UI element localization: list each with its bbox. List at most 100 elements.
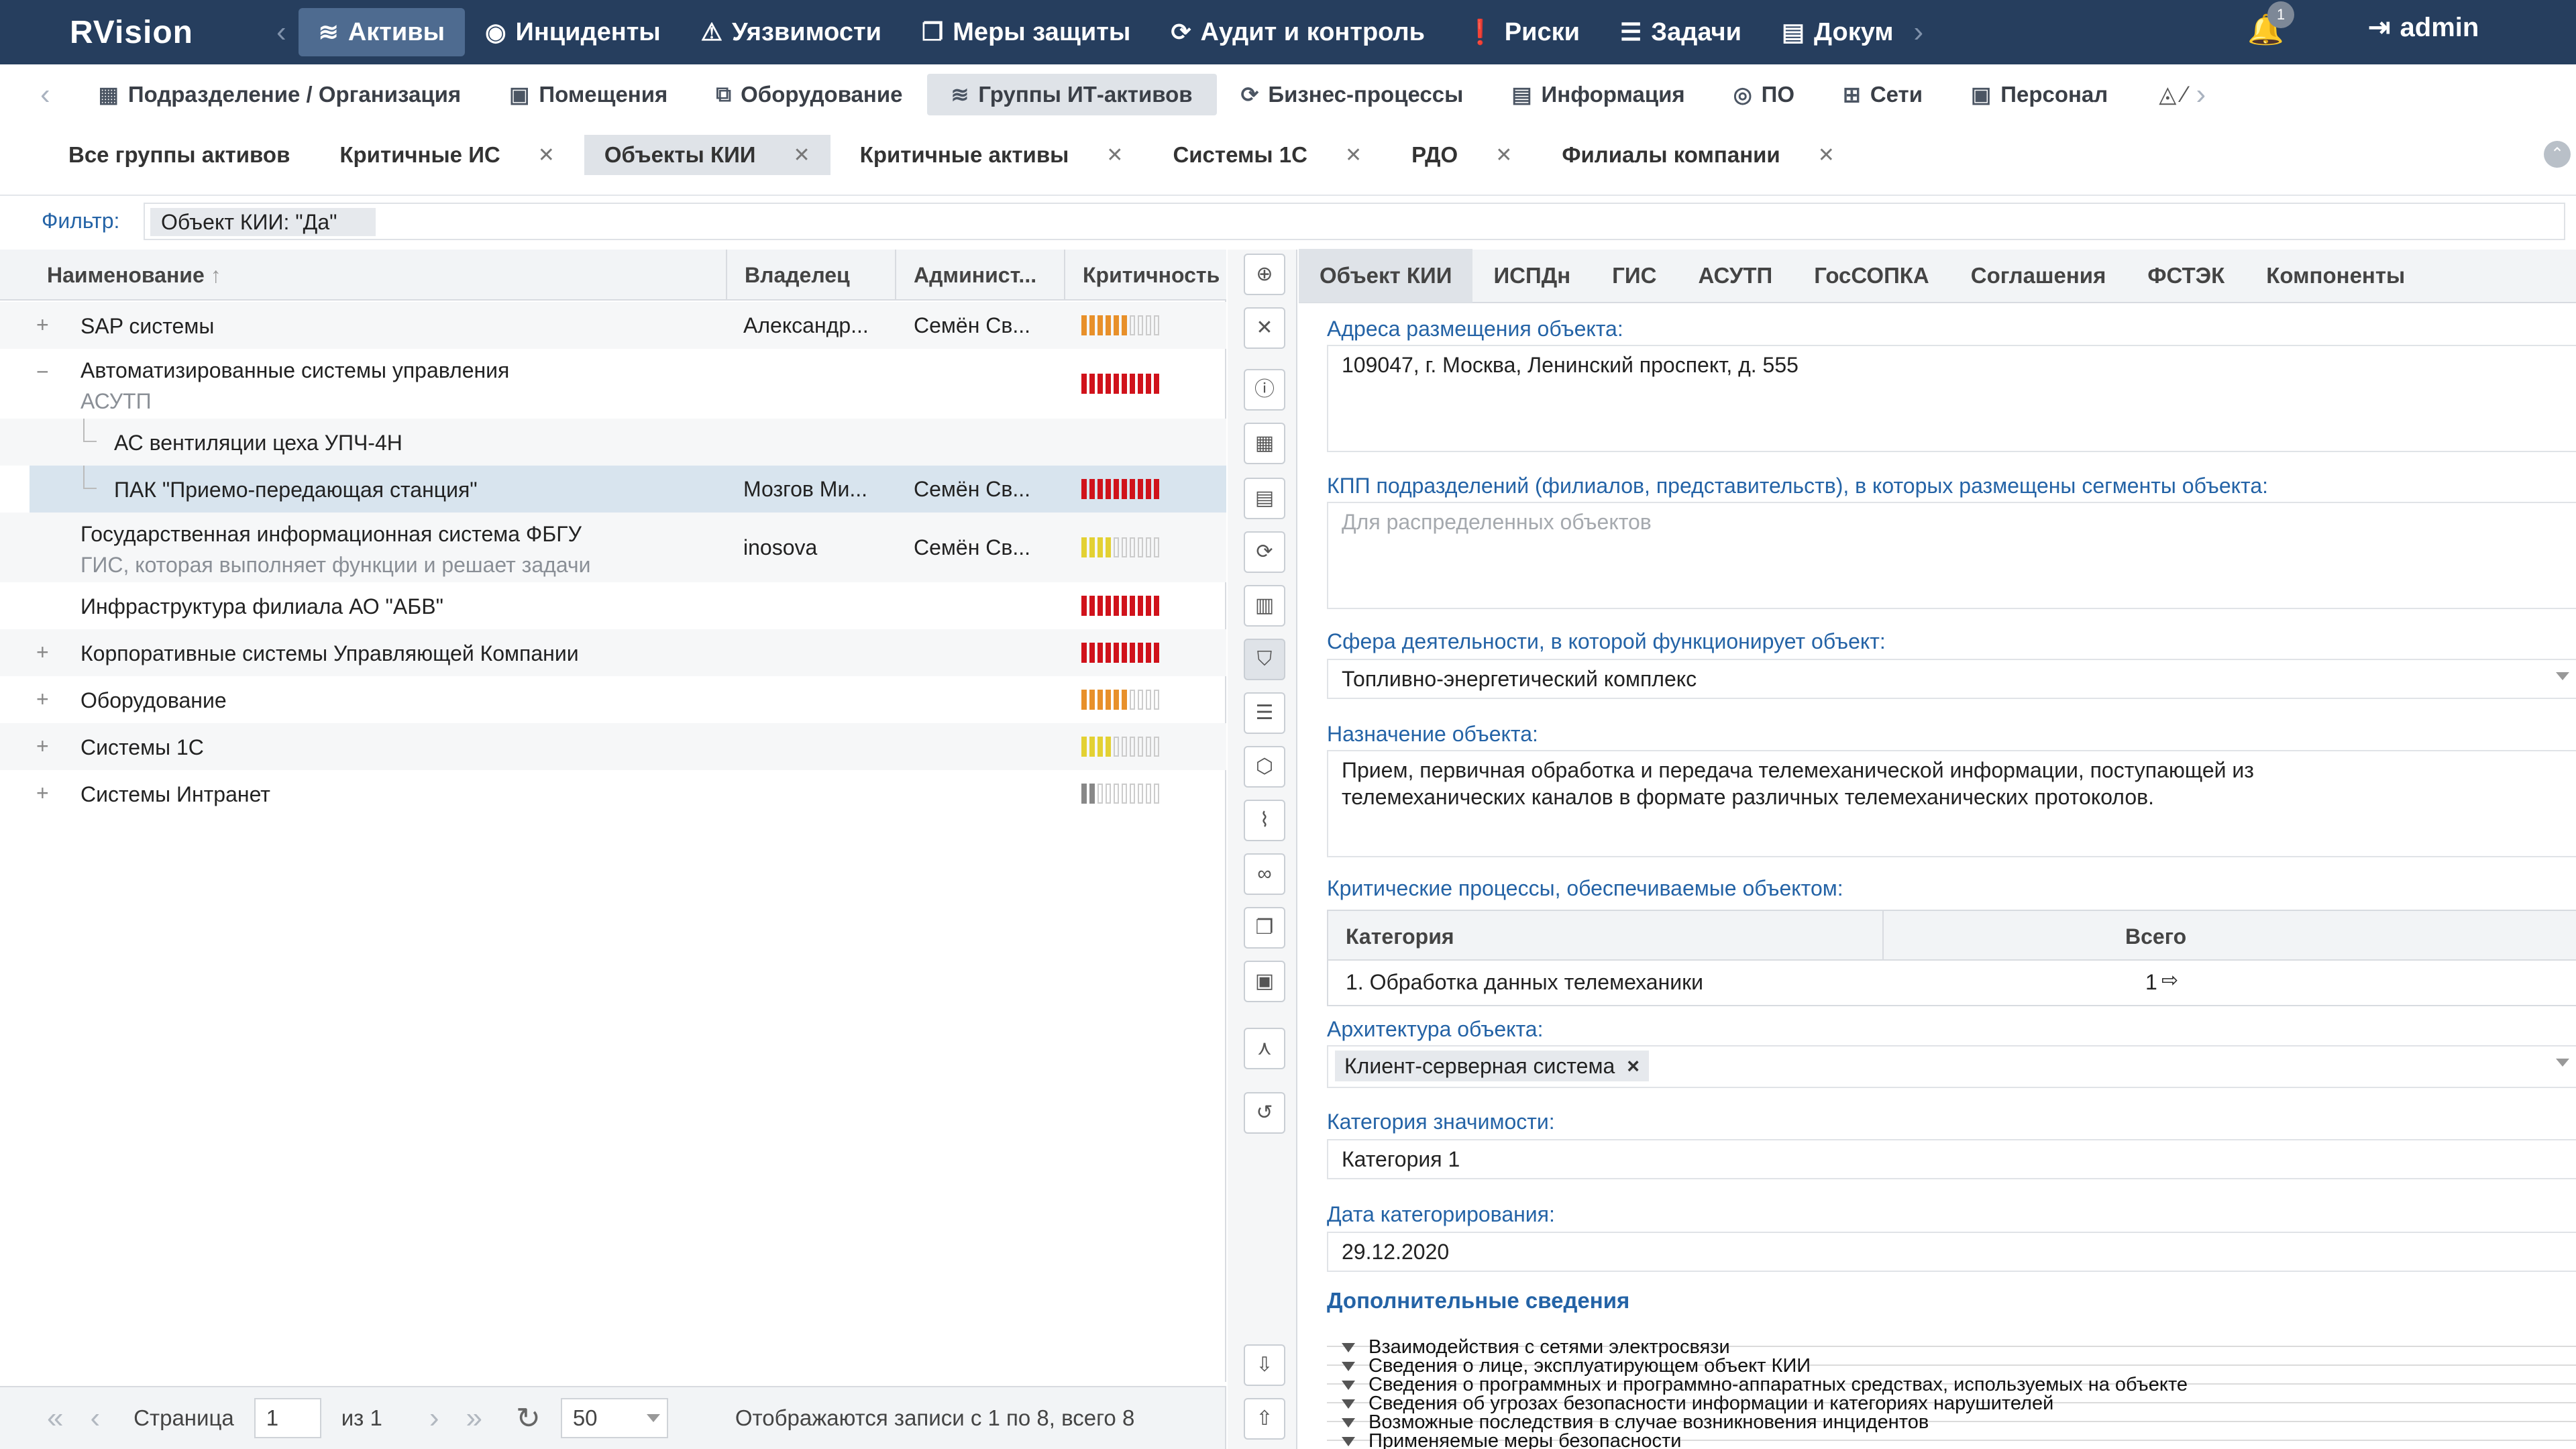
accordion-item[interactable]: Применяемые меры безопасности [1342,1430,1681,1449]
column-name[interactable]: Наименование ↑ [30,250,727,301]
user-menu[interactable]: ⇥ admin [2368,12,2479,43]
group-tab-3[interactable]: Критичные активы ✕ [840,135,1144,175]
subnav-item-6[interactable]: ◎ ПО [1709,74,1819,115]
remove-chip-icon[interactable]: × [1627,1054,1640,1078]
subnav-item-0[interactable]: ▦ Подразделение / Организация [74,74,486,115]
group-tab-1[interactable]: Критичные ИС ✕ [319,135,575,175]
document-icon[interactable]: ▤ [1244,478,1285,519]
close-icon[interactable]: ✕ [538,144,555,167]
nav-item-3[interactable]: ❐ Меры защиты [902,8,1150,56]
group-tab-4[interactable]: Системы 1С ✕ [1152,135,1382,175]
group-tab-0[interactable]: Все группы активов [48,135,310,175]
subnav-item-8[interactable]: ▣ Персонал [1947,74,2132,115]
subnav-item-1[interactable]: ▣ Помещения [485,74,692,115]
more-icon[interactable]: ◬ ⁄ [2159,81,2186,108]
close-icon[interactable]: ✕ [1106,144,1123,167]
expand-icon[interactable]: + [36,782,55,804]
subnav-item-4[interactable]: ⟳ Бизнес-процессы [1217,74,1488,115]
cube-icon[interactable]: ⬡ [1244,746,1285,788]
close-icon[interactable]: ✕ [1345,144,1362,167]
last-page-icon[interactable]: » [466,1401,482,1435]
details-tab-5[interactable]: Соглашения [1950,249,2127,303]
calculator-icon[interactable]: ▦ [1244,423,1285,464]
next-page-icon[interactable]: › [429,1401,439,1435]
table-row[interactable]: АС вентиляции цеха УПЧ-4Н [0,419,1226,466]
filter-chip[interactable]: Объект КИИ: "Да" [150,208,376,236]
group-tab-6[interactable]: Филиалы компании ✕ [1542,135,1855,175]
table-row[interactable]: Инфраструктура филиала АО "АБВ" [0,582,1226,629]
address-field[interactable]: 109047, г. Москва, Ленинский проспект, д… [1327,345,2576,452]
table-row[interactable]: ПАК "Приемо-передающая станция" Мозгов Ми… [30,466,1226,513]
table-row[interactable]: + Оборудование [0,676,1226,723]
list-icon[interactable]: ☰ [1244,692,1285,734]
nav-scroll-right-icon[interactable]: › [1913,15,1923,49]
add-icon[interactable]: ⊕ [1244,254,1285,295]
architecture-select[interactable]: Клиент-серверная система × [1327,1045,2576,1088]
collapse-icon[interactable]: − [36,361,55,382]
details-tab-4[interactable]: ГосСОПКА [1793,249,1950,303]
nav-item-4[interactable]: ⟳ Аудит и контроль [1150,8,1445,56]
info-icon[interactable]: ⓘ [1244,369,1285,411]
close-icon[interactable]: ✕ [1495,144,1512,167]
prev-page-icon[interactable]: ‹ [90,1401,100,1435]
table-row[interactable]: + SAP системы Александр... Семён Св... [0,302,1226,349]
expand-icon[interactable]: + [36,688,55,710]
details-tab-1[interactable]: ИСПДн [1472,249,1591,303]
tree-icon[interactable]: ⋏ [1244,1028,1285,1069]
first-page-icon[interactable]: « [47,1401,63,1435]
kpp-field[interactable]: Для распределенных объектов [1327,502,2576,609]
details-tab-6[interactable]: ФСТЭК [2127,249,2245,303]
column-criticality[interactable]: Критичность [1065,250,1226,301]
filter-input[interactable]: Объект КИИ: "Да" [144,203,2565,240]
nav-item-0[interactable]: ≋ Активы [298,8,466,56]
nav-item-5[interactable]: ❗ Риски [1445,8,1600,56]
close-icon[interactable]: ✕ [794,144,810,167]
subnav-scroll-right-icon[interactable]: › [2196,78,2206,111]
date-field[interactable]: 29.12.2020 [1327,1232,2576,1272]
subnav-item-2[interactable]: ⧉ Оборудование [692,74,926,115]
table-row[interactable]: 1. Обработка данных телемеханики 1 ⇨ [1328,961,2576,1006]
details-tab-7[interactable]: Компоненты [2245,249,2426,303]
subnav-item-7[interactable]: ⊞ Сети [1819,74,1947,115]
shield-icon[interactable]: ⛉ [1244,639,1285,680]
collapse-up-icon[interactable]: ⌃ [2544,141,2571,168]
clipboard-icon[interactable]: ▣ [1244,961,1285,1002]
expand-icon[interactable]: + [36,735,55,757]
import-icon[interactable]: ⇩ [1244,1344,1285,1386]
table-row[interactable]: + Корпоративные системы Управляющей Компа… [0,629,1226,676]
delete-icon[interactable]: ✕ [1244,307,1285,349]
group-tab-2[interactable]: Объекты КИИ ✕ [584,135,830,175]
group-tab-5[interactable]: РДО ✕ [1391,135,1532,175]
column-admin[interactable]: Админист... [896,250,1065,301]
nav-item-6[interactable]: ☰ Задачи [1600,8,1762,56]
history-icon[interactable]: ↺ [1244,1092,1285,1134]
refresh-icon[interactable]: ↻ [516,1401,541,1436]
open-arrow-icon[interactable]: ⇨ [2161,969,2178,992]
nav-scroll-left-icon[interactable]: ‹ [276,15,286,49]
expand-icon[interactable]: + [36,641,55,663]
details-tab-0[interactable]: Объект КИИ [1299,249,1473,303]
nav-item-1[interactable]: ◉ Инциденты [465,8,681,56]
category-field[interactable]: Категория 1 [1327,1139,2576,1179]
purpose-field[interactable]: Прием, первичная обработка и передача те… [1327,750,2576,857]
column-owner[interactable]: Владелец [727,250,896,301]
page-size-select[interactable]: 50 [560,1398,668,1438]
link-icon[interactable]: ∞ [1244,853,1285,895]
export-icon[interactable]: ⇧ [1244,1398,1285,1440]
nav-item-7[interactable]: ▤ Докум [1762,8,1914,56]
expand-icon[interactable]: + [36,314,55,335]
subnav-item-3[interactable]: ≋ Группы ИТ-активов [926,74,1217,115]
details-tab-2[interactable]: ГИС [1591,249,1677,303]
attachment-icon[interactable]: ⌇ [1244,800,1285,841]
table-row[interactable]: + Системы Интранет [0,770,1226,817]
subnav-scroll-left-icon[interactable]: ‹ [40,78,50,111]
copy-icon[interactable]: ❐ [1244,907,1285,949]
sphere-select[interactable]: Топливно-энергетический комплекс [1327,659,2576,699]
nav-item-2[interactable]: ⚠ Уязвимости [681,8,902,56]
close-icon[interactable]: ✕ [1818,144,1835,167]
page-input[interactable]: 1 [254,1398,321,1438]
process-icon[interactable]: ⟳ [1244,531,1285,573]
subnav-item-5[interactable]: ▤ Информация [1487,74,1709,115]
table-row[interactable]: Государственная информационная система Ф… [0,513,1226,582]
architecture-chip[interactable]: Клиент-серверная система × [1335,1051,1649,1081]
